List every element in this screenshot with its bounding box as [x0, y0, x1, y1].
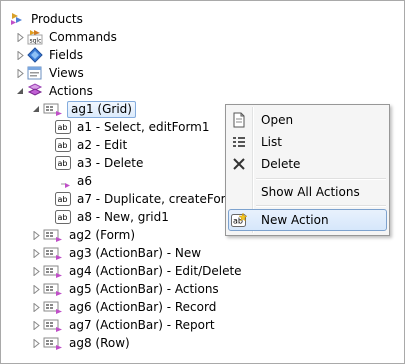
tree-node-label: ag3 (ActionBar) - New: [69, 246, 202, 260]
tree-node-views[interactable]: Views: [15, 64, 86, 82]
expand-arrow-icon[interactable]: [31, 316, 41, 334]
menu-item-new-action[interactable]: ab New Action: [228, 209, 387, 231]
tree-node-label: ag4 (ActionBar) - Edit/Delete: [69, 264, 242, 278]
action-ab-icon: ab: [55, 155, 71, 171]
menu-item-label: Open: [261, 113, 294, 127]
action-group-icon: [43, 263, 63, 279]
tree-node-label: Views: [49, 66, 84, 80]
views-icon: [27, 65, 43, 81]
tree-node-ag3[interactable]: ag3 (ActionBar) - New: [31, 244, 203, 262]
commands-icon: sqlc: [27, 29, 43, 45]
expand-arrow-icon[interactable]: [15, 28, 25, 46]
tree-node-ag4[interactable]: ag4 (ActionBar) - Edit/Delete: [31, 262, 244, 280]
tree-node-label: Commands: [49, 30, 117, 44]
tree-root-label: Products: [31, 12, 83, 26]
tree-node-ag1-grid[interactable]: ag1 (Grid): [31, 100, 136, 118]
action-group-icon: [43, 281, 63, 297]
action-group-icon: [43, 335, 63, 351]
tree-node-action-a6[interactable]: a6: [55, 172, 94, 190]
tree-node-label: a3 - Delete: [77, 156, 144, 170]
tree-node-action-a3[interactable]: ab a3 - Delete: [55, 154, 145, 172]
menu-item-label: List: [261, 135, 282, 149]
svg-text:ab: ab: [58, 123, 68, 132]
action-group-icon: [43, 245, 63, 261]
menu-item-open[interactable]: Open: [228, 109, 387, 131]
context-menu: Open List Delete Show All Actions ab New…: [225, 104, 390, 236]
tree-node-action-a7[interactable]: ab a7 - Duplicate, createForm1: [55, 190, 247, 208]
tree-node-action-a2[interactable]: ab a2 - Edit: [55, 136, 129, 154]
action-group-icon: [43, 101, 63, 117]
menu-separator: [256, 178, 386, 180]
action-ab-icon: ab: [55, 119, 71, 135]
tree-node-ag6[interactable]: ag6 (ActionBar) - Record: [31, 298, 218, 316]
svg-text:ab: ab: [58, 213, 68, 222]
tree-node-label: a8 - New, grid1: [77, 210, 169, 224]
tree-node-action-a1[interactable]: ab a1 - Select, editForm1: [55, 118, 212, 136]
tree-node-label: a1 - Select, editForm1: [77, 120, 210, 134]
delete-icon: [228, 153, 250, 175]
svg-text:ab: ab: [58, 159, 68, 168]
menu-item-label: Show All Actions: [261, 185, 360, 199]
new-action-icon: ab: [229, 209, 251, 231]
expand-arrow-icon[interactable]: [15, 64, 25, 82]
tree-node-label: ag6 (ActionBar) - Record: [69, 300, 217, 314]
tree-node-label: Actions: [49, 84, 93, 98]
tree-node-commands[interactable]: sqlc Commands: [15, 28, 119, 46]
expand-arrow-icon[interactable]: [15, 46, 25, 64]
tree-node-ag7[interactable]: ag7 (ActionBar) - Report: [31, 316, 217, 334]
menu-item-show-all-actions[interactable]: Show All Actions: [228, 181, 387, 203]
tree-node-label: ag1 (Grid): [67, 100, 136, 118]
tree-node-label: ag8 (Row): [69, 336, 130, 350]
tree-node-label: Fields: [49, 48, 83, 62]
menu-item-label: New Action: [261, 213, 329, 227]
expand-arrow-icon[interactable]: [31, 334, 41, 352]
action-ab-icon: ab: [55, 191, 71, 207]
expand-arrow-icon[interactable]: [31, 244, 41, 262]
svg-text:ab: ab: [58, 195, 68, 204]
menu-item-label: Delete: [261, 157, 301, 171]
expand-arrow-icon[interactable]: [31, 280, 41, 298]
action-ab-icon: ab: [55, 209, 71, 225]
tree-root-products[interactable]: Products: [9, 10, 85, 28]
menu-item-list[interactable]: List: [228, 131, 387, 153]
tree-node-label: a6: [77, 174, 92, 188]
action-ab-icon: ab: [55, 137, 71, 153]
tree-node-label: ag7 (ActionBar) - Report: [69, 318, 215, 332]
expand-arrow-icon[interactable]: [31, 226, 41, 244]
tree-node-fields[interactable]: Fields: [15, 46, 85, 64]
action-group-icon: [43, 299, 63, 315]
svg-text:ab: ab: [58, 141, 68, 150]
tree-node-label: ag5 (ActionBar) - Actions: [69, 282, 219, 296]
tree-node-ag5[interactable]: ag5 (ActionBar) - Actions: [31, 280, 221, 298]
tree-node-label: a2 - Edit: [77, 138, 128, 152]
menu-item-delete[interactable]: Delete: [228, 153, 387, 175]
menu-separator: [256, 205, 386, 207]
collapse-arrow-icon[interactable]: [15, 82, 25, 100]
action-group-icon: [43, 317, 63, 333]
expand-arrow-icon[interactable]: [31, 298, 41, 316]
tree-node-ag2[interactable]: ag2 (Form): [31, 226, 137, 244]
fields-icon: [27, 47, 43, 63]
tree-node-actions[interactable]: Actions: [15, 82, 95, 100]
tree-node-ag8[interactable]: ag8 (Row): [31, 334, 132, 352]
collapse-arrow-icon[interactable]: [31, 100, 41, 118]
tree-panel: Products sqlc Commands Fields Views Acti…: [0, 0, 405, 364]
tree-node-label: a7 - Duplicate, createForm1: [77, 192, 245, 206]
actions-icon: [27, 83, 43, 99]
list-icon: [228, 131, 250, 153]
expand-arrow-icon[interactable]: [31, 262, 41, 280]
action-group-icon: [43, 227, 63, 243]
tree-node-label: ag2 (Form): [69, 228, 136, 242]
action-separator-icon: [55, 173, 71, 189]
tree-node-action-a8[interactable]: ab a8 - New, grid1: [55, 208, 171, 226]
open-icon: [228, 109, 250, 131]
svg-text:sqlc: sqlc: [30, 38, 42, 45]
app-icon: [9, 11, 25, 27]
